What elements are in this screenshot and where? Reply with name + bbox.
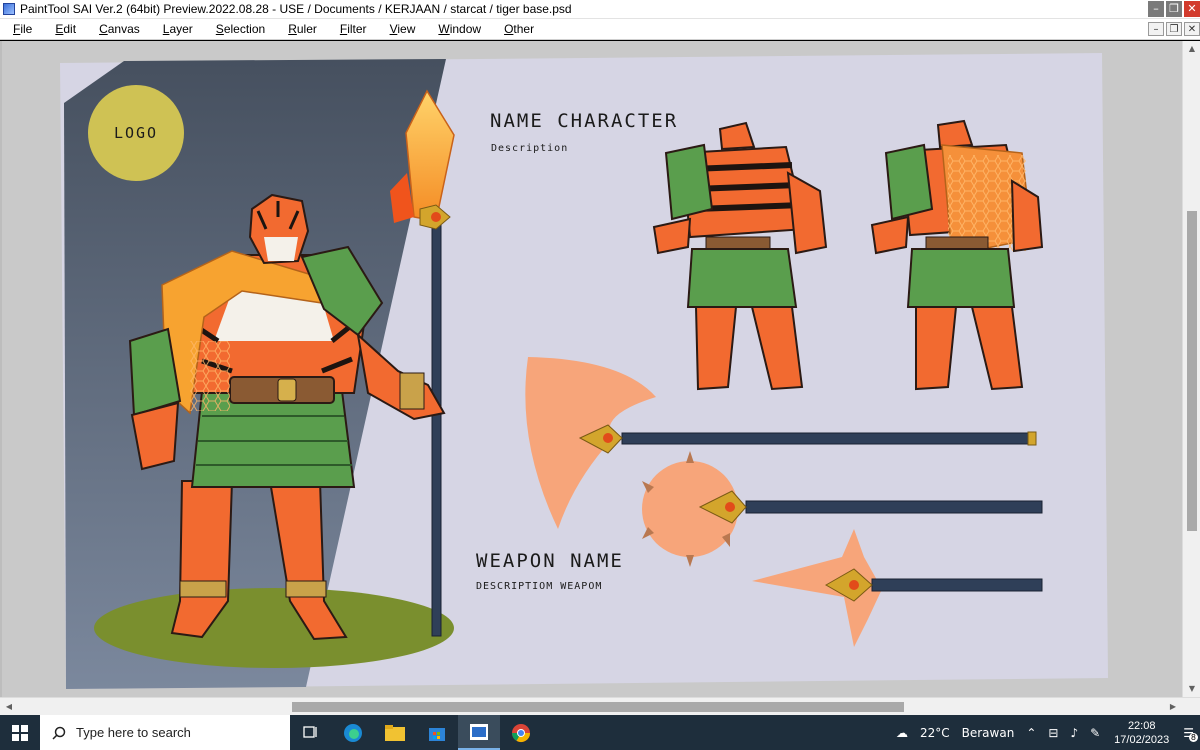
chrome-icon — [512, 723, 530, 742]
horizontal-scrollbar[interactable]: ◀ ▶ — [0, 697, 1200, 715]
notification-count: 8 — [1188, 732, 1198, 742]
taskbar-search[interactable]: Type here to search — [40, 715, 290, 750]
menu-selection[interactable]: Selection — [203, 22, 275, 36]
character-description: Description — [491, 143, 568, 154]
pen-icon[interactable]: ✎ — [1090, 726, 1100, 740]
menu-bar: File Edit Canvas Layer Selection Ruler F… — [0, 19, 1200, 40]
task-view-button[interactable] — [290, 715, 332, 750]
volume-icon[interactable]: ♪ — [1070, 726, 1078, 740]
menu-view[interactable]: View — [377, 22, 426, 36]
taskbar-file-explorer[interactable] — [374, 715, 416, 750]
scroll-right-arrow-icon[interactable]: ▶ — [1168, 702, 1178, 712]
maximize-button[interactable]: ❐ — [1166, 1, 1182, 17]
ground-shadow — [94, 588, 454, 668]
start-button[interactable] — [0, 715, 40, 750]
edge-icon — [344, 723, 362, 742]
vertical-scrollbar[interactable]: ▲ ▼ — [1182, 41, 1200, 697]
logo-text: LOGO — [114, 124, 158, 142]
menu-ruler[interactable]: Ruler — [275, 22, 327, 36]
weather-description[interactable]: Berawan — [962, 726, 1015, 740]
menu-filter[interactable]: Filter — [327, 22, 377, 36]
cloud-icon[interactable]: ☁ — [896, 726, 908, 740]
painttool-icon — [470, 723, 488, 740]
menu-layer[interactable]: Layer — [150, 22, 203, 36]
menu-other[interactable]: Other — [491, 22, 544, 36]
weapon-name-title: WEAPON NAME — [476, 550, 624, 572]
clock[interactable]: 22:08 17/02/2023 — [1114, 719, 1169, 747]
menu-file[interactable]: File — [0, 22, 42, 36]
menu-window[interactable]: Window — [425, 22, 491, 36]
network-icon[interactable]: ⊟ — [1048, 726, 1058, 740]
windows-icon — [12, 724, 28, 741]
canvas-workspace[interactable]: LOGO NAME CHARACTER Description WEAPON N… — [0, 41, 1182, 697]
weather-temp[interactable]: 22°C — [920, 726, 950, 740]
chevron-up-icon[interactable]: ⌃ — [1026, 726, 1036, 740]
taskbar-painttool-sai[interactable] — [458, 715, 500, 750]
search-icon — [52, 726, 66, 740]
notification-icon[interactable]: ☰ 8 — [1183, 726, 1198, 742]
taskbar-chrome[interactable] — [500, 715, 542, 750]
clock-time: 22:08 — [1127, 719, 1156, 732]
close-button[interactable]: ✕ — [1184, 1, 1200, 17]
window-title: PaintTool SAI Ver.2 (64bit) Preview.2022… — [20, 2, 572, 16]
spear-shaft — [431, 210, 442, 637]
scroll-up-arrow-icon[interactable]: ▲ — [1187, 45, 1197, 53]
taskbar-store[interactable] — [416, 715, 458, 750]
horizontal-scroll-thumb[interactable] — [292, 702, 904, 712]
menu-canvas[interactable]: Canvas — [86, 22, 150, 36]
scroll-down-arrow-icon[interactable]: ▼ — [1187, 685, 1197, 693]
doc-restore-button[interactable]: ❐ — [1166, 22, 1182, 36]
canvas-artwork[interactable]: LOGO NAME CHARACTER Description WEAPON N… — [2, 41, 1182, 697]
doc-close-button[interactable]: ✕ — [1184, 22, 1200, 36]
task-view-icon — [303, 725, 317, 738]
title-bar: PaintTool SAI Ver.2 (64bit) Preview.2022… — [0, 0, 1200, 19]
search-placeholder: Type here to search — [76, 725, 191, 740]
taskbar-edge[interactable] — [332, 715, 374, 750]
clock-date: 17/02/2023 — [1114, 733, 1170, 746]
system-tray: ☁ 22°C Berawan ⌃ ⊟ ♪ ✎ 22:08 17/02/2023 … — [890, 715, 1200, 750]
app-icon — [3, 3, 15, 15]
taskbar: Type here to search ☁ 22°C Berawan ⌃ ⊟ ♪… — [0, 715, 1200, 750]
minimize-button[interactable]: – — [1148, 1, 1164, 17]
character-name-title: NAME CHARACTER — [490, 110, 678, 132]
vertical-scroll-thumb[interactable] — [1187, 211, 1197, 531]
store-icon — [429, 727, 445, 741]
scroll-left-arrow-icon[interactable]: ◀ — [4, 702, 14, 712]
folder-icon — [385, 724, 405, 741]
menu-edit[interactable]: Edit — [42, 22, 86, 36]
weapon-description: DESCRIPTIOM WEAPOM — [476, 581, 602, 592]
spear-gem — [431, 212, 441, 222]
doc-minimize-button[interactable]: – — [1148, 22, 1164, 36]
